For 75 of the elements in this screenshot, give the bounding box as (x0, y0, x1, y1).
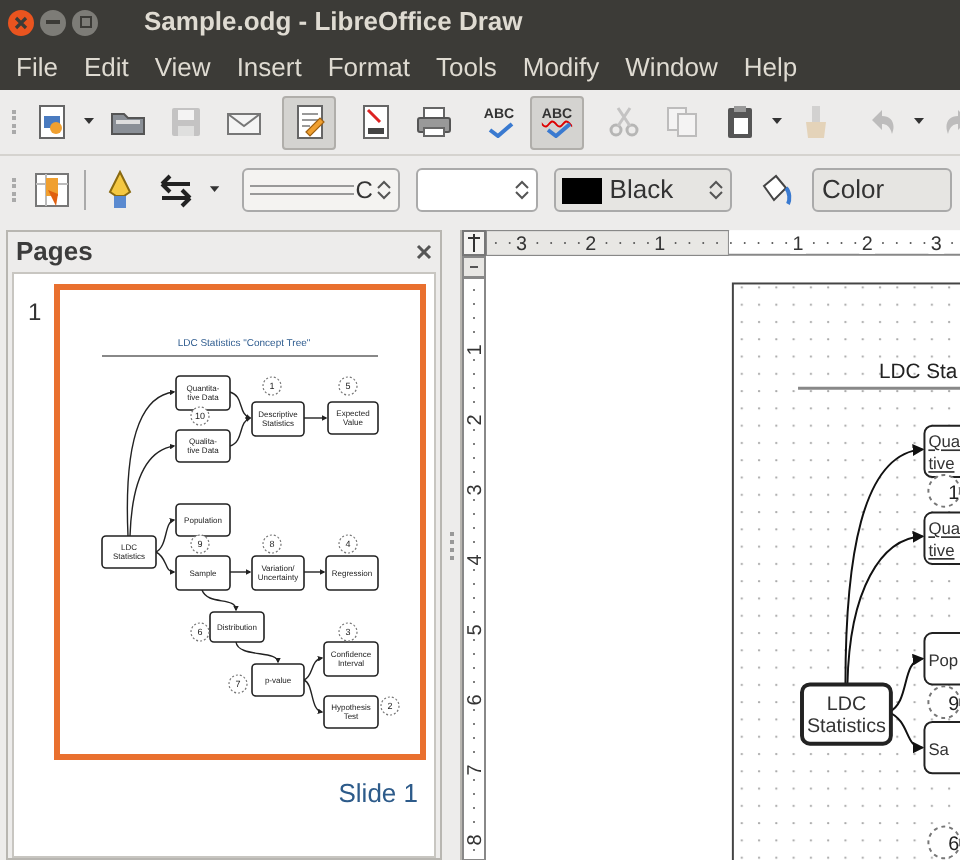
line-color-dropdown[interactable]: Black (553, 168, 732, 212)
close-icon (14, 15, 28, 29)
arrows-icon (155, 170, 196, 210)
menu-item[interactable]: Modify (522, 47, 600, 87)
spin-arrows-icon (707, 178, 724, 202)
ruler-number: 1 (792, 233, 804, 256)
connector-arrow (303, 656, 324, 681)
number-badge: 1 (927, 474, 960, 508)
connector-arrow (303, 569, 326, 575)
position-icon (32, 170, 73, 210)
slide-label: Slide 1 (338, 776, 418, 812)
menu-item[interactable]: Insert (236, 47, 302, 87)
ruler-number: 6 (465, 694, 486, 706)
number-badge: 6 (927, 825, 960, 860)
diagram-node: Sa (923, 720, 960, 775)
maximize-button[interactable] (72, 9, 98, 35)
slide-title: LDC Sta (879, 362, 958, 385)
minimize-icon (46, 19, 60, 25)
maximize-icon (79, 16, 91, 28)
menu-item[interactable]: View (154, 47, 211, 87)
ruler-number: 1 (654, 233, 666, 256)
checkmark-icon (541, 121, 573, 137)
connector-arrow (229, 569, 252, 575)
line-style-dropdown[interactable]: C (241, 168, 401, 212)
spin-arrows-icon (376, 178, 393, 202)
ruler-number: 2 (861, 233, 873, 256)
ruler-number: 5 (465, 624, 486, 636)
ruler-number: 3 (465, 484, 486, 496)
spin-arrows-icon (513, 178, 530, 202)
slide-thumbnail[interactable] (54, 284, 426, 760)
toolbar-button[interactable] (282, 95, 336, 149)
menu-item[interactable]: Format (327, 47, 410, 87)
close-button[interactable] (8, 9, 34, 35)
connector-arrow (235, 641, 280, 664)
window-title: Sample.odg - LibreOffice Draw (144, 4, 523, 41)
caret-icon[interactable] (208, 186, 222, 194)
diagram-node: LDC Statistics (800, 682, 893, 746)
connector-arrow (887, 711, 925, 753)
connector-arrow (201, 589, 238, 612)
ruler-number: 2 (585, 233, 597, 256)
ruler-number: 2 (465, 414, 486, 426)
menu-item[interactable]: Window (625, 47, 718, 87)
menu-item[interactable]: Help (743, 47, 798, 87)
diagram-node: Pop (923, 632, 960, 686)
ruler-number: 8 (465, 834, 486, 846)
ruler-number: 7 (465, 764, 486, 776)
minimize-button[interactable] (40, 9, 66, 35)
diagram-node: Qua tive (923, 511, 960, 565)
page-number: 1 (28, 296, 42, 330)
pen-nib-icon (105, 170, 134, 210)
ruler-number: 4 (465, 554, 486, 566)
menu-item[interactable]: File (16, 47, 58, 87)
ruler-number: 3 (516, 233, 528, 256)
printer-icon (413, 102, 453, 142)
connector-arrow (155, 551, 176, 575)
number-badge: 9 (927, 685, 960, 719)
diagram-node: Qua tive (923, 424, 960, 478)
connector-arrow (229, 391, 252, 419)
menu-item[interactable]: Tools (436, 47, 497, 87)
area-style-dropdown[interactable]: Color (811, 168, 952, 212)
line-preview-icon (249, 184, 354, 196)
ruler-number: 3 (930, 233, 942, 256)
connector-arrow (303, 679, 324, 714)
checkmark-icon (483, 121, 515, 137)
connector-arrow (229, 417, 252, 447)
copy-icon (661, 102, 701, 142)
menu-item[interactable]: Edit (83, 47, 129, 87)
caret-icon[interactable] (82, 118, 96, 126)
ruler-button[interactable] (462, 256, 486, 278)
connector-arrow (303, 415, 328, 421)
caret-icon[interactable] (770, 118, 784, 126)
panel-title: Pages (16, 234, 93, 271)
ruler-number: 1 (465, 344, 486, 356)
close-icon[interactable] (416, 244, 432, 260)
ruler-corner-icon[interactable] (462, 230, 486, 256)
